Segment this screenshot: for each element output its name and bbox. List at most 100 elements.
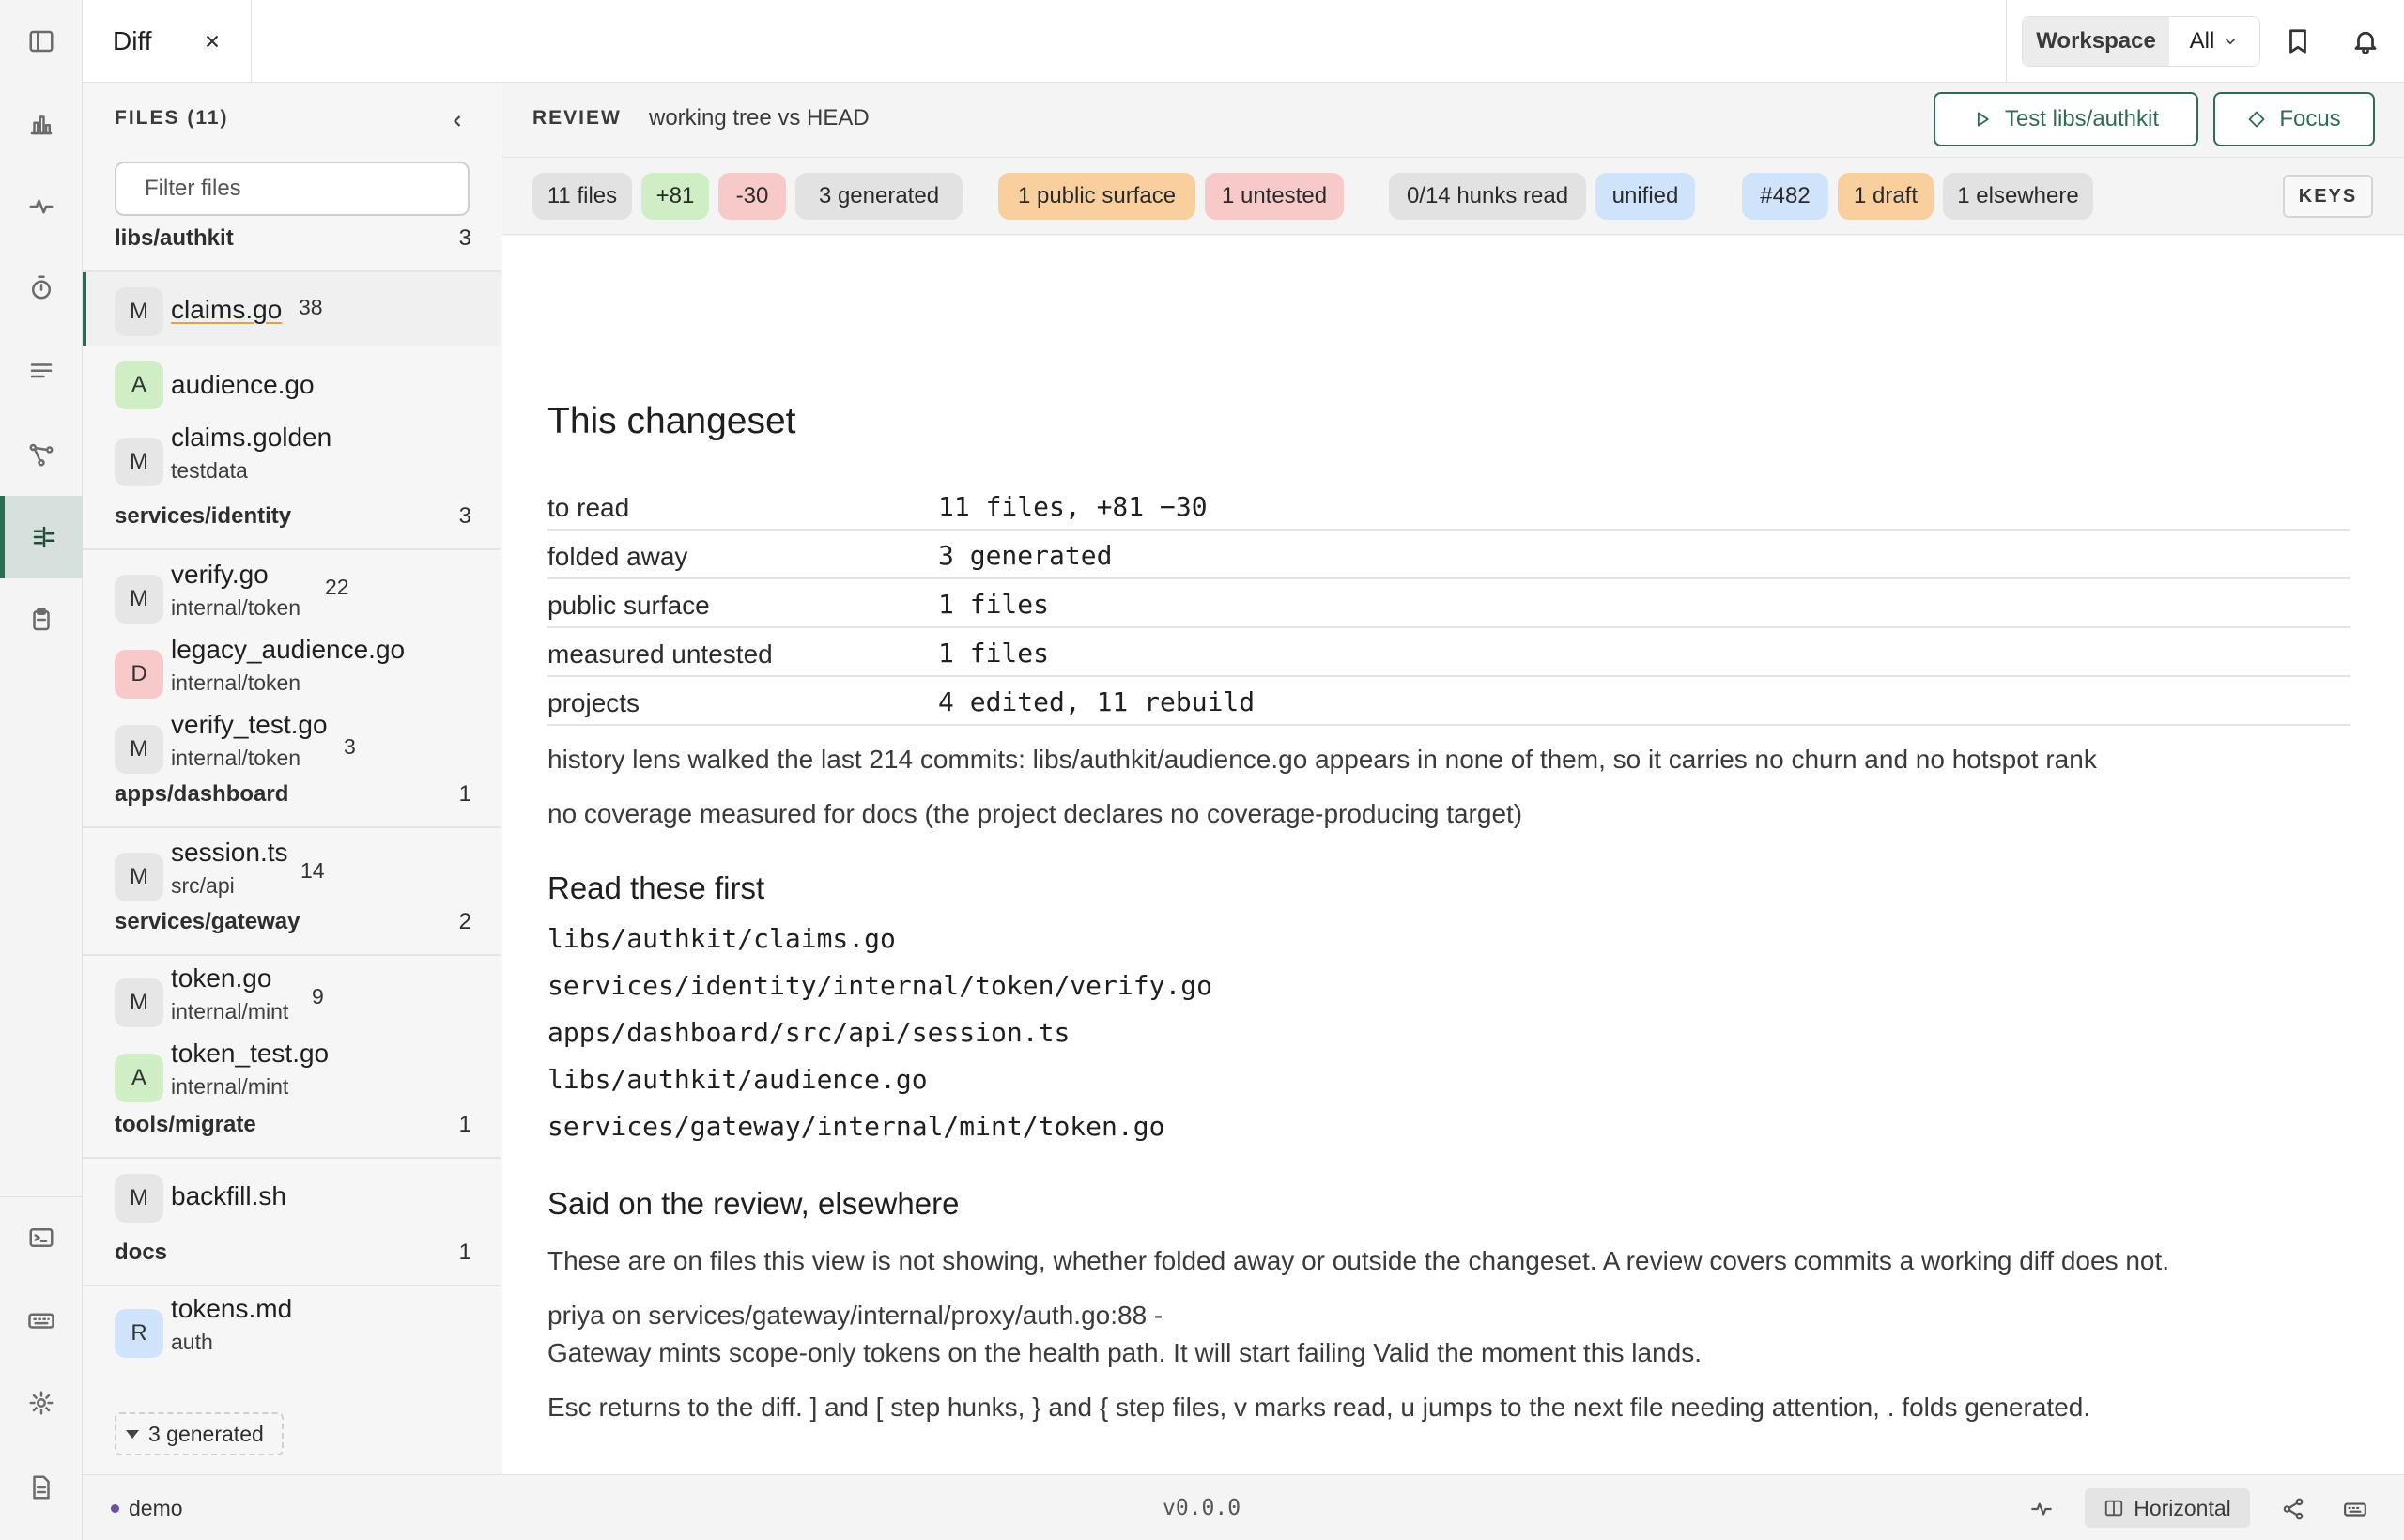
group-name: services/gateway bbox=[115, 909, 300, 934]
layout-toggle[interactable]: Horizontal bbox=[2085, 1488, 2250, 1528]
file-item[interactable]: A token_test.go internal/mint bbox=[83, 1039, 501, 1112]
sidebar-toggle-icon[interactable] bbox=[0, 0, 83, 83]
pulse-icon[interactable] bbox=[0, 165, 83, 248]
generated-toggle-label: 3 generated bbox=[148, 1421, 264, 1446]
test-project-button[interactable]: Test libs/authkit bbox=[1934, 92, 2198, 146]
read-first-link[interactable]: libs/authkit/claims.go bbox=[547, 923, 896, 954]
file-subpath: testdata bbox=[171, 458, 248, 483]
file-name: token_test.go bbox=[171, 1039, 330, 1068]
keyboard-hint: Esc returns to the diff. ] and [ step hu… bbox=[547, 1393, 2091, 1422]
file-item[interactable]: M token.go internal/mint 9 bbox=[83, 963, 501, 1037]
group-divider bbox=[83, 1285, 501, 1286]
hunks-read-chip[interactable]: 0/14 hunks read bbox=[1389, 173, 1586, 220]
file-change-count: 22 bbox=[325, 575, 349, 599]
changeset-overview: This changeset to read 11 files, +81 −30… bbox=[502, 236, 2404, 1474]
summary-value: 4 edited, 11 rebuild bbox=[938, 686, 1256, 717]
file-item[interactable]: M claims.golden testdata bbox=[83, 423, 501, 496]
workspace-label: Workspace bbox=[2023, 17, 2169, 66]
tab-diff[interactable]: Diff bbox=[83, 0, 252, 83]
diff-view-icon[interactable] bbox=[0, 496, 83, 578]
timer-icon[interactable] bbox=[0, 246, 83, 329]
file-subpath: src/api bbox=[171, 873, 235, 898]
read-first-link[interactable]: services/gateway/internal/mint/token.go bbox=[547, 1111, 1164, 1142]
group-count: 1 bbox=[458, 781, 471, 807]
status-badge: A bbox=[115, 1054, 163, 1102]
untested-chip[interactable]: 1 untested bbox=[1205, 173, 1344, 220]
file-name: claims.go bbox=[171, 295, 283, 324]
graph-icon[interactable] bbox=[0, 413, 83, 496]
document-icon[interactable] bbox=[0, 1446, 83, 1529]
file-group-header[interactable]: libs/authkit 3 bbox=[83, 216, 501, 263]
keyboard-icon[interactable] bbox=[2338, 1492, 2372, 1526]
terminal-icon[interactable] bbox=[0, 1196, 83, 1279]
keys-button[interactable]: KEYS bbox=[2283, 175, 2373, 218]
pulse-icon[interactable] bbox=[2025, 1492, 2058, 1526]
coverage-note: no coverage measured for docs (the proje… bbox=[547, 799, 1523, 828]
status-badge: M bbox=[115, 725, 163, 774]
file-group-header[interactable]: docs 1 bbox=[83, 1230, 501, 1277]
review-comment-text: Gateway mints scope-only tokens on the h… bbox=[547, 1338, 1702, 1367]
gear-icon[interactable] bbox=[0, 1362, 83, 1444]
files-chip[interactable]: 11 files bbox=[532, 173, 632, 220]
workspace-status[interactable]: demo bbox=[111, 1496, 183, 1521]
group-divider bbox=[83, 826, 501, 828]
elsewhere-chip[interactable]: 1 elsewhere bbox=[1943, 173, 2093, 220]
tab-label: Diff bbox=[113, 26, 152, 55]
file-group-header[interactable]: apps/dashboard 1 bbox=[83, 772, 501, 819]
play-icon bbox=[1977, 112, 1989, 127]
list-icon[interactable] bbox=[0, 331, 83, 413]
group-count: 2 bbox=[458, 909, 471, 934]
diff-mode-chip[interactable]: unified bbox=[1595, 173, 1695, 220]
file-item[interactable]: M claims.go 38 bbox=[83, 272, 501, 346]
workspace-selector[interactable]: Workspace All bbox=[2022, 16, 2260, 67]
summary-key: projects bbox=[547, 688, 640, 717]
read-first-link[interactable]: libs/authkit/audience.go bbox=[547, 1064, 928, 1095]
file-item[interactable]: M backfill.sh bbox=[83, 1159, 501, 1232]
draft-chip[interactable]: 1 draft bbox=[1838, 173, 1934, 220]
file-group-header[interactable]: services/gateway 2 bbox=[83, 900, 501, 947]
file-subpath: internal/mint bbox=[171, 999, 289, 1024]
clipboard-icon[interactable] bbox=[0, 578, 83, 661]
file-item[interactable]: D legacy_audience.go internal/token bbox=[83, 635, 501, 708]
file-name: tokens.md bbox=[171, 1294, 293, 1323]
summary-row: projects 4 edited, 11 rebuild bbox=[547, 677, 2350, 726]
keyboard-icon[interactable] bbox=[0, 1279, 83, 1362]
bar-chart-icon[interactable] bbox=[0, 83, 83, 165]
bell-icon[interactable] bbox=[2347, 23, 2384, 60]
public-surface-chip[interactable]: 1 public surface bbox=[998, 173, 1195, 220]
file-name: legacy_audience.go bbox=[171, 635, 406, 664]
read-first-link[interactable]: services/identity/internal/token/verify.… bbox=[547, 970, 1212, 1001]
file-name: audience.go bbox=[171, 370, 315, 399]
file-subpath: internal/token bbox=[171, 670, 301, 695]
review-comment-author[interactable]: priya on services/gateway/internal/proxy… bbox=[547, 1301, 1163, 1331]
workspace-value: All bbox=[2189, 28, 2215, 54]
file-item[interactable]: M verify.go internal/token 22 bbox=[83, 560, 501, 633]
read-first-heading: Read these first bbox=[547, 870, 765, 905]
file-group-header[interactable]: tools/migrate 1 bbox=[83, 1102, 501, 1149]
filter-files-input[interactable] bbox=[115, 162, 470, 216]
activity-rail bbox=[0, 0, 83, 1540]
focus-button[interactable]: Focus bbox=[2213, 92, 2375, 146]
added-lines-chip[interactable]: +81 bbox=[641, 173, 709, 220]
files-header: FILES (11) bbox=[83, 83, 501, 158]
file-item[interactable]: A audience.go bbox=[83, 347, 501, 421]
file-item[interactable]: R tokens.md auth bbox=[83, 1294, 501, 1367]
summary-row: measured untested 1 files bbox=[547, 628, 2350, 677]
close-icon[interactable] bbox=[197, 26, 227, 56]
group-name: docs bbox=[115, 1240, 168, 1265]
pr-chip[interactable]: #482 bbox=[1742, 173, 1828, 220]
files-panel: FILES (11) libs/authkit 3 M claims.go 38… bbox=[83, 83, 501, 1474]
workspace-dropdown[interactable]: All bbox=[2169, 17, 2259, 66]
generated-chip[interactable]: 3 generated bbox=[795, 173, 963, 220]
removed-lines-chip[interactable]: -30 bbox=[718, 173, 786, 220]
bookmark-icon[interactable] bbox=[2279, 23, 2317, 60]
generated-files-toggle[interactable]: 3 generated bbox=[115, 1412, 284, 1455]
group-count: 3 bbox=[458, 503, 471, 529]
read-first-link[interactable]: apps/dashboard/src/api/session.ts bbox=[547, 1017, 1070, 1048]
file-group-header[interactable]: services/identity 3 bbox=[83, 494, 501, 541]
chevron-left-icon[interactable] bbox=[441, 105, 473, 137]
summary-row: folded away 3 generated bbox=[547, 531, 2350, 579]
summary-key: measured untested bbox=[547, 639, 773, 669]
elsewhere-heading: Said on the review, elsewhere bbox=[547, 1186, 960, 1221]
share-icon[interactable] bbox=[2276, 1492, 2310, 1526]
